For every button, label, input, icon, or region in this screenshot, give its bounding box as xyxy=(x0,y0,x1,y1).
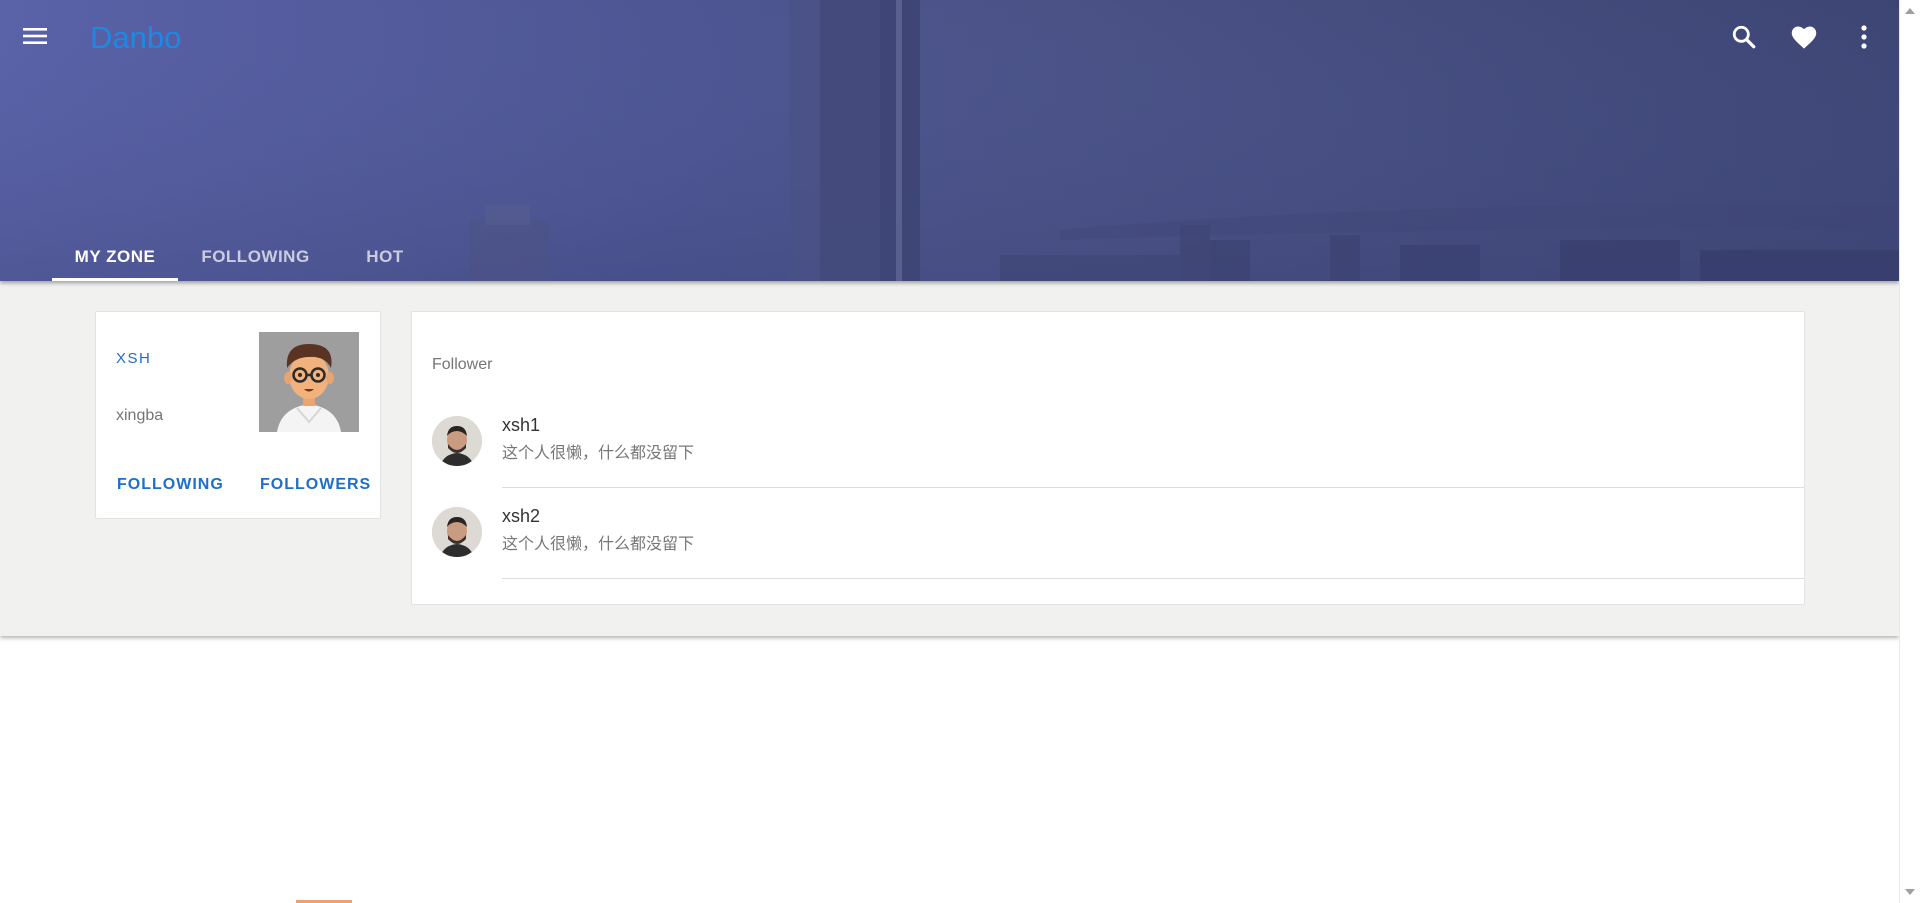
tab-bar: MY ZONE FOLLOWING HOT xyxy=(52,232,437,281)
follower-name: xsh2 xyxy=(502,506,541,526)
menu-button[interactable] xyxy=(18,22,52,50)
following-link[interactable]: FOLLOWING xyxy=(117,476,224,494)
profile-name[interactable]: XSH xyxy=(116,350,151,367)
avatar xyxy=(432,416,482,466)
follower-name: xsh1 xyxy=(502,415,541,435)
follower-list-title: Follower xyxy=(432,356,493,373)
tab-following[interactable]: FOLLOWING xyxy=(178,232,333,281)
user-photo-image xyxy=(432,416,482,466)
list-item[interactable]: xsh1 这个人很懒，什么都没留下 xyxy=(412,397,1804,488)
search-icon xyxy=(1732,25,1756,49)
app-header: Danbo MY ZONE FOLLOWING HOT xyxy=(0,0,1899,281)
tab-hot[interactable]: HOT xyxy=(333,232,437,281)
tab-my-zone[interactable]: MY ZONE xyxy=(52,232,178,281)
scroll-down-icon[interactable] xyxy=(1905,889,1915,895)
profile-username: xingba xyxy=(116,407,164,424)
list-item[interactable]: xsh2 这个人很懒，什么都没留下 xyxy=(412,488,1804,579)
search-button[interactable] xyxy=(1727,20,1761,54)
avatar xyxy=(432,507,482,557)
brand-title[interactable]: Danbo xyxy=(90,20,181,56)
avatar xyxy=(259,332,359,432)
more-vert-icon xyxy=(1861,25,1867,49)
follower-bio: 这个人很懒，什么都没留下 xyxy=(502,534,695,553)
menu-icon xyxy=(23,28,47,44)
scroll-up-icon[interactable] xyxy=(1905,8,1915,14)
favorites-button[interactable] xyxy=(1787,20,1821,54)
followers-link[interactable]: FOLLOWERS xyxy=(260,476,371,494)
heart-icon xyxy=(1791,26,1817,49)
profile-card: XSH xingba FOLLOWING FOLLOWERS xyxy=(95,311,381,519)
follower-list-card: Follower xsh1 这个人很懒，什么都没留下 xsh2 这个人很懒，什么… xyxy=(411,311,1805,605)
more-options-button[interactable] xyxy=(1847,20,1881,54)
follower-bio: 这个人很懒，什么都没留下 xyxy=(502,443,695,462)
page-scrollbar[interactable] xyxy=(1899,0,1920,903)
cartoon-avatar-image xyxy=(259,332,359,432)
user-photo-image xyxy=(432,507,482,557)
divider xyxy=(502,578,1804,579)
